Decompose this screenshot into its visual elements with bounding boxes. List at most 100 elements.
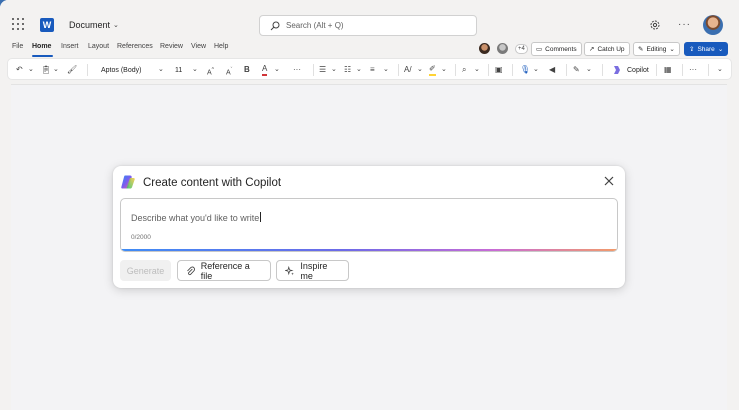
- bold-icon[interactable]: B: [244, 64, 250, 76]
- document-title[interactable]: Document ⌄: [69, 20, 119, 30]
- title-bar: W Document ⌄ Search (Alt + Q) ···: [0, 0, 739, 42]
- avatar[interactable]: [703, 15, 723, 35]
- word-window: W Document ⌄ Search (Alt + Q) ··· File H…: [0, 0, 739, 410]
- chevron-down-icon[interactable]: ⌄: [474, 64, 480, 76]
- share-button[interactable]: ⇪ Share ⌄: [684, 42, 729, 56]
- more-font-options-icon[interactable]: ···: [293, 64, 301, 76]
- reference-file-button[interactable]: Reference a file: [177, 260, 271, 281]
- gear-icon[interactable]: [649, 19, 661, 31]
- prompt-input[interactable]: Describe what you'd like to write 0/2000: [120, 198, 618, 252]
- undo-icon[interactable]: ↶: [16, 64, 23, 76]
- more-options-icon[interactable]: ···: [678, 19, 691, 30]
- more-options-icon[interactable]: ···: [689, 64, 697, 76]
- collaborators[interactable]: +4: [478, 42, 528, 55]
- numbering-icon[interactable]: ☷: [344, 64, 351, 76]
- chevron-down-icon[interactable]: ⌄: [192, 64, 198, 76]
- prompt-placeholder-text: Describe what you'd like to write: [131, 213, 260, 223]
- collaborator-avatar: [478, 42, 491, 55]
- tab-layout[interactable]: Layout: [88, 43, 109, 50]
- clipboard-icon[interactable]: 📋︎: [41, 64, 51, 76]
- collaborator-count: +4: [515, 43, 528, 54]
- editor-icon[interactable]: ✎: [573, 64, 580, 76]
- catch-up-button[interactable]: ↗ Catch Up: [584, 42, 630, 56]
- highlight-icon[interactable]: ✐: [429, 64, 436, 76]
- ribbon-toolbar: ↶ ⌄ 📋︎ ⌄ 🖌︎ Aptos (Body) ⌄ 11 ⌄ A^ Aˇ B …: [7, 58, 732, 80]
- editing-label: Editing: [646, 45, 667, 53]
- close-icon[interactable]: [603, 175, 615, 187]
- search-icon: [270, 21, 280, 30]
- tab-review[interactable]: Review: [160, 43, 183, 50]
- sensitivity-icon[interactable]: ▣: [495, 64, 503, 76]
- copilot-button[interactable]: Copilot: [612, 63, 649, 77]
- chevron-down-icon[interactable]: ⌄: [356, 64, 362, 76]
- editing-mode-button[interactable]: ✎ Editing ⌄: [633, 42, 680, 56]
- search-box[interactable]: Search (Alt + Q): [259, 15, 477, 36]
- search-placeholder: Search (Alt + Q): [286, 21, 344, 30]
- chevron-down-icon[interactable]: ⌄: [717, 64, 723, 76]
- font-size-dropdown[interactable]: 11: [175, 63, 182, 77]
- chevron-down-icon[interactable]: ⌄: [331, 64, 337, 76]
- inspire-me-button[interactable]: Inspire me: [276, 260, 349, 281]
- word-icon[interactable]: W: [40, 18, 54, 32]
- chevron-down-icon[interactable]: ⌄: [441, 64, 447, 76]
- chevron-down-icon[interactable]: ⌄: [53, 64, 59, 76]
- grow-font-icon[interactable]: A^: [207, 64, 214, 79]
- dictate-icon[interactable]: 🎙︎: [520, 64, 530, 76]
- chevron-down-icon[interactable]: ⌄: [533, 64, 539, 76]
- table-icon[interactable]: ▦: [664, 64, 672, 76]
- reference-file-label: Reference a file: [200, 260, 250, 281]
- comments-label: Comments: [545, 45, 577, 53]
- chevron-down-icon[interactable]: ⌄: [383, 64, 389, 76]
- inspire-me-label: Inspire me: [300, 260, 328, 281]
- ribbon-divider: [488, 64, 489, 76]
- chevron-down-icon[interactable]: ⌄: [417, 64, 423, 76]
- align-icon[interactable]: ≡: [370, 64, 375, 76]
- chevron-down-icon[interactable]: ⌄: [158, 64, 164, 76]
- copilot-icon: [121, 175, 135, 189]
- tab-references[interactable]: References: [117, 43, 153, 50]
- styles-icon[interactable]: A/: [404, 64, 412, 76]
- tab-file[interactable]: File: [12, 43, 23, 50]
- ribbon-divider: [398, 64, 399, 76]
- tab-home[interactable]: Home: [32, 43, 51, 50]
- format-painter-icon[interactable]: 🖌︎: [67, 64, 77, 76]
- catch-up-icon: ↗: [589, 46, 595, 53]
- character-counter: 0/2000: [131, 234, 151, 241]
- ribbon-divider: [455, 64, 456, 76]
- generate-button[interactable]: Generate: [120, 260, 171, 281]
- chevron-down-icon[interactable]: ⌄: [586, 64, 592, 76]
- ribbon-divider: [656, 64, 657, 76]
- voice-icon[interactable]: ◀︎: [549, 64, 555, 76]
- document-title-label: Document: [69, 20, 111, 30]
- app-launcher-icon[interactable]: [12, 18, 25, 31]
- shrink-font-icon[interactable]: Aˇ: [226, 64, 232, 79]
- copilot-dialog: Create content with Copilot Describe wha…: [113, 166, 625, 288]
- generate-label: Generate: [126, 265, 165, 276]
- comments-button[interactable]: ▭ Comments: [531, 42, 582, 56]
- share-icon: ⇪: [689, 46, 695, 53]
- font-color-icon[interactable]: A: [262, 64, 268, 76]
- pencil-icon: ✎: [638, 46, 644, 53]
- active-tab-indicator: [32, 55, 53, 57]
- comment-icon: ▭: [536, 46, 543, 53]
- find-icon[interactable]: ⌕: [462, 64, 466, 76]
- catch-up-label: Catch Up: [597, 45, 625, 53]
- chevron-down-icon[interactable]: ⌄: [274, 64, 280, 76]
- prompt-placeholder: Describe what you'd like to write: [131, 212, 262, 223]
- dialog-title: Create content with Copilot: [143, 177, 282, 189]
- ribbon-divider: [512, 64, 513, 76]
- tab-help[interactable]: Help: [214, 43, 228, 50]
- share-label: Share: [697, 45, 715, 53]
- sparkle-icon: [285, 265, 294, 275]
- ribbon-divider: [566, 64, 567, 76]
- tab-view[interactable]: View: [191, 43, 206, 50]
- text-cursor: [260, 212, 262, 222]
- chevron-down-icon: ⌄: [669, 46, 675, 53]
- bullets-icon[interactable]: ☰: [319, 64, 326, 76]
- collaborator-avatar: [496, 42, 509, 55]
- chevron-down-icon[interactable]: ⌄: [28, 64, 34, 76]
- chevron-down-icon: ⌄: [717, 46, 724, 53]
- font-name-value: Aptos (Body): [101, 66, 142, 74]
- prompt-accent-bar: [121, 249, 617, 251]
- tab-insert[interactable]: Insert: [61, 43, 79, 50]
